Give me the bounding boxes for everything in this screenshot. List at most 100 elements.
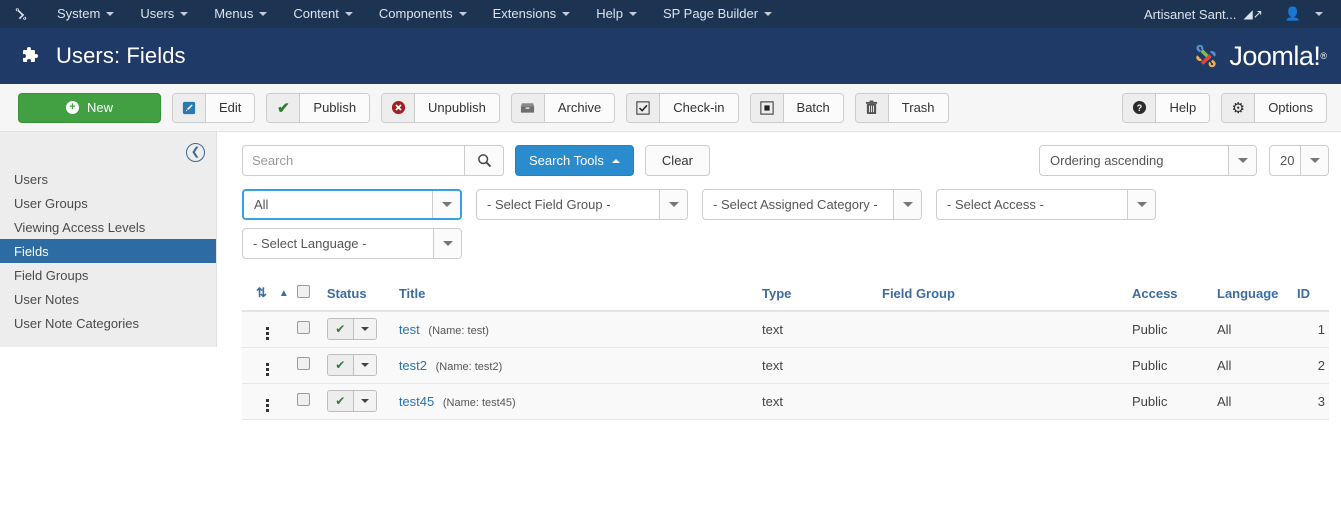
col-language-header[interactable]: Language	[1213, 279, 1293, 312]
row-select-cell[interactable]	[292, 347, 323, 384]
joomla-logo-icon[interactable]	[10, 4, 32, 24]
top-menu: System Users Menus Content Components Ex…	[10, 0, 785, 28]
menu-item-content[interactable]: Content	[280, 0, 366, 28]
field-title-link[interactable]: test2	[399, 358, 427, 373]
published-check-icon[interactable]: ✔	[327, 355, 354, 375]
col-access-label: Access	[1132, 285, 1178, 301]
checkbox-checked-icon	[627, 93, 661, 122]
col-field-group-label: Field Group	[882, 285, 955, 301]
col-title-header[interactable]: Title	[394, 279, 758, 312]
field-title-link[interactable]: test45	[399, 394, 434, 409]
edit-button[interactable]: Edit	[172, 92, 256, 123]
sidebar-item-label: Field Groups	[14, 267, 89, 283]
access-filter-select[interactable]: - Select Access -	[936, 189, 1156, 220]
user-menu-button[interactable]: 👤	[1269, 6, 1327, 22]
sidebar-item-field-groups[interactable]: Field Groups	[0, 263, 216, 287]
menu-item-system[interactable]: System	[44, 0, 127, 28]
admin-top-bar: System Users Menus Content Components Ex…	[0, 0, 1341, 28]
sidebar-item-users[interactable]: Users	[0, 167, 216, 191]
archive-button[interactable]: Archive	[510, 92, 616, 123]
col-type-header[interactable]: Type	[758, 279, 878, 312]
search-submit-button[interactable]	[464, 145, 504, 176]
trash-icon	[855, 93, 889, 122]
search-tools-button[interactable]: Search Tools	[515, 145, 634, 176]
publish-button[interactable]: ✔ Publish	[266, 92, 371, 123]
row-drag-cell[interactable]	[242, 347, 293, 384]
sidebar-item-viewing-access-levels[interactable]: Viewing Access Levels	[0, 215, 216, 239]
col-status-header[interactable]: Status	[322, 279, 395, 312]
assigned-category-filter-select[interactable]: - Select Assigned Category -	[702, 189, 922, 220]
sidebar-item-label: Users	[14, 171, 48, 187]
circle-arrow-left-icon[interactable]: ❮	[186, 142, 205, 162]
trash-button[interactable]: Trash	[854, 92, 949, 123]
chevron-down-icon	[628, 12, 637, 16]
row-select-cell[interactable]	[292, 311, 323, 348]
status-split-button[interactable]: ✔	[326, 318, 377, 341]
caret-up-icon[interactable]: ▲	[279, 288, 289, 299]
batch-button-label: Batch	[783, 93, 843, 122]
field-title-link[interactable]: test	[399, 322, 420, 337]
row-checkbox[interactable]	[296, 321, 310, 335]
field-group-filter-select[interactable]: - Select Field Group -	[476, 189, 688, 220]
menu-item-menus[interactable]: Menus	[201, 0, 280, 28]
row-access-cell: Public	[1128, 383, 1213, 420]
published-check-icon[interactable]: ✔	[327, 391, 354, 411]
menu-item-users[interactable]: Users	[127, 0, 201, 28]
language-filter-select[interactable]: - Select Language -	[242, 228, 462, 259]
filter-row-2: - Select Language -	[242, 228, 1329, 259]
row-drag-cell[interactable]	[242, 383, 293, 420]
col-select-all-header[interactable]	[292, 279, 323, 312]
options-button[interactable]: ⚙ Options	[1221, 92, 1327, 123]
row-type-cell: text	[758, 383, 878, 420]
site-preview-link[interactable]: Artisanet Sant... ◢↗	[1134, 7, 1269, 22]
chevron-down-icon[interactable]	[353, 319, 376, 340]
batch-button[interactable]: Batch	[749, 92, 844, 123]
sidebar-item-user-notes[interactable]: User Notes	[0, 287, 216, 311]
checkin-button[interactable]: Check-in	[626, 92, 739, 123]
status-split-button[interactable]: ✔	[326, 354, 377, 376]
puzzle-piece-icon	[18, 44, 42, 68]
drag-handle-icon[interactable]	[265, 363, 269, 376]
col-ordering-header[interactable]: ⇅ ▲	[242, 279, 293, 312]
table-head: ⇅ ▲ Status Title Type Field Group Access…	[242, 279, 1329, 312]
sidebar-item-user-groups[interactable]: User Groups	[0, 191, 216, 215]
menu-item-extensions[interactable]: Extensions	[480, 0, 584, 28]
row-checkbox[interactable]	[296, 357, 310, 370]
ordering-select[interactable]: Ordering ascending	[1039, 145, 1257, 176]
sidebar-item-fields[interactable]: Fields	[0, 239, 216, 263]
menu-item-components[interactable]: Components	[366, 0, 480, 28]
chevron-down-icon	[1127, 190, 1155, 219]
menu-item-help[interactable]: Help	[583, 0, 650, 28]
col-id-header[interactable]: ID	[1293, 279, 1329, 312]
select-all-checkbox[interactable]	[296, 285, 310, 298]
menu-item-sp-page-builder[interactable]: SP Page Builder	[650, 0, 785, 28]
chevron-down-icon	[433, 229, 461, 258]
chevron-down-icon[interactable]	[353, 391, 376, 411]
sidebar-item-user-note-categories[interactable]: User Note Categories	[0, 311, 216, 335]
chevron-down-icon[interactable]	[353, 355, 376, 375]
site-name-label: Artisanet Sant...	[1144, 6, 1237, 22]
col-field-group-header[interactable]: Field Group	[878, 279, 1128, 312]
registered-mark: ®	[1320, 51, 1327, 61]
published-check-icon[interactable]: ✔	[327, 319, 354, 340]
row-checkbox[interactable]	[296, 393, 310, 406]
clear-button[interactable]: Clear	[644, 145, 710, 176]
row-drag-cell[interactable]	[242, 311, 293, 348]
new-button[interactable]: + New	[18, 92, 161, 123]
drag-handle-icon[interactable]	[265, 399, 269, 412]
col-access-header[interactable]: Access	[1128, 279, 1213, 312]
edit-button-label: Edit	[206, 93, 255, 122]
status-split-button[interactable]: ✔	[326, 390, 377, 412]
unpublish-button[interactable]: Unpublish	[381, 92, 500, 123]
list-limit-select[interactable]: 20	[1269, 145, 1329, 176]
status-filter-select[interactable]: All	[242, 189, 462, 220]
table-row: ✔ test45 (Name: test45) text Public All …	[242, 383, 1329, 420]
sort-icon[interactable]: ⇅	[256, 285, 267, 301]
row-select-cell[interactable]	[292, 383, 323, 420]
chevron-down-icon	[180, 12, 189, 16]
pencil-square-icon	[173, 93, 206, 122]
drag-handle-icon[interactable]	[265, 327, 269, 341]
sidebar-collapse-row: ❮	[0, 137, 216, 167]
search-input[interactable]	[242, 145, 464, 176]
help-button[interactable]: ? Help	[1122, 92, 1211, 123]
